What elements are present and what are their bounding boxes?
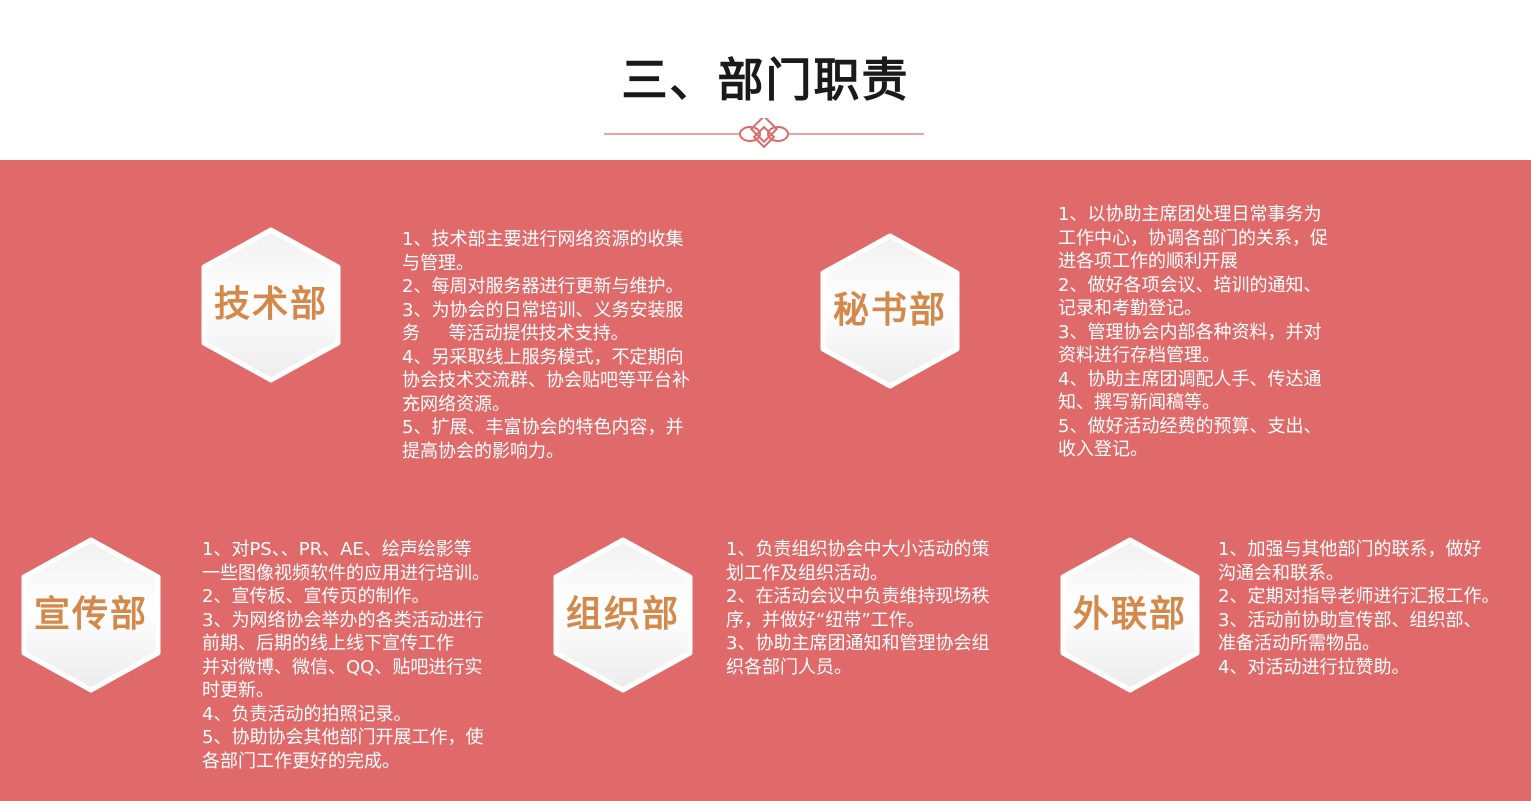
list-item: 4、负责活动的拍照记录。 (202, 703, 412, 725)
slide: 三、部门职责 技术部 1、技术部主要进行网络资源的收集 与管理。 2、每周对服务… (0, 0, 1531, 801)
list-item: 5、协助协会其他部门开展工作，使 各部门工作更好的完成。 (202, 727, 484, 772)
tech-duties-list: 1、技术部主要进行网络资源的收集 与管理。 2、每周对服务器进行更新与维护。 3… (402, 228, 732, 463)
department-name-organization: 组织部 (565, 594, 680, 635)
list-item: 3、管理协会内部各种资料，并对 资料进行存档管理。 (1058, 321, 1322, 367)
department-name-secretary: 秘书部 (832, 290, 947, 331)
page-title: 三、部门职责 (621, 53, 910, 107)
department-name-tech: 技术部 (213, 284, 328, 325)
header: 三、部门职责 (0, 0, 1531, 160)
list-item: 2、定期对指导老师进行汇报工作。 (1218, 586, 1500, 607)
hexagon-badge-publicity: 宣传部 (20, 536, 162, 694)
list-item: 1、以协助主席团处理日常事务为 工作中心，协调各部门的关系，促 进各项工作的顺利… (1058, 204, 1328, 272)
list-item: 3、活动前协助宣传部、组织部、 准备活动所需物品。 (1218, 609, 1482, 655)
department-name-external: 外联部 (1072, 594, 1187, 635)
hexagon-badge-tech: 技术部 (200, 226, 342, 384)
list-item: 4、对活动进行拉赞助。 (1218, 656, 1410, 678)
list-item: 1、加强与其他部门的联系，做好 沟通会和联系。 (1218, 539, 1482, 584)
list-item: 1、负责组织协会中大小活动的策 划工作及组织活动。 (726, 539, 990, 584)
list-item: 5、做好活动经费的预算、支出、 收入登记。 (1058, 415, 1322, 461)
list-item: 2、每周对服务器进行更新与维护。 (402, 276, 684, 297)
list-item: 2、宣传板、宣传页的制作。 (202, 586, 430, 607)
publicity-duties-list: 1、对PS、、PR、AE、绘声绘影等 一些图像视频软件的应用进行培训。 2、宣传… (202, 538, 532, 773)
list-item: 4、另采取线上服务模式，不定期向 协会技术交流群、协会贴吧等平台补 充网络资源。 (402, 346, 690, 415)
list-item: 1、技术部主要进行网络资源的收集 与管理。 (402, 229, 684, 274)
hexagon-badge-organization: 组织部 (552, 536, 694, 694)
external-duties-list: 1、加强与其他部门的联系，做好 沟通会和联系。 2、定期对指导老师进行汇报工作。… (1218, 538, 1524, 679)
hexagon-badge-secretary: 秘书部 (819, 232, 961, 390)
list-item: 3、为网络协会举办的各类活动进行 前期、后期的线上线下宣传工作 并对微博、微信、… (202, 609, 484, 702)
secretary-duties-list: 1、以协助主席团处理日常事务为 工作中心，协调各部门的关系，促 进各项工作的顺利… (1058, 203, 1378, 462)
list-item: 5、扩展、丰富协会的特色内容，并 提高协会的影响力。 (402, 417, 684, 462)
list-item: 1、对PS、、PR、AE、绘声绘影等 一些图像视频软件的应用进行培训。 (202, 539, 490, 584)
department-name-publicity: 宣传部 (33, 594, 148, 635)
list-item: 3、为协会的日常培训、义务安装服 务 等活动提供技术支持。 (402, 299, 684, 345)
list-item: 4、协助主席团调配人手、传达通 知、撰写新闻稿等。 (1058, 368, 1322, 414)
list-item: 3、协助主席团通知和管理协会组 织各部门人员。 (726, 633, 990, 678)
hexagon-badge-external: 外联部 (1059, 536, 1201, 694)
organization-duties-list: 1、负责组织协会中大小活动的策 划工作及组织活动。 2、在活动会议中负责维持现场… (726, 538, 1036, 679)
list-item: 2、在活动会议中负责维持现场秩 序，并做好“纽带”工作。 (726, 586, 990, 631)
list-item: 2、做好各项会议、培训的通知、 记录和考勤登记。 (1058, 274, 1322, 320)
ornament-divider-icon (604, 118, 924, 149)
